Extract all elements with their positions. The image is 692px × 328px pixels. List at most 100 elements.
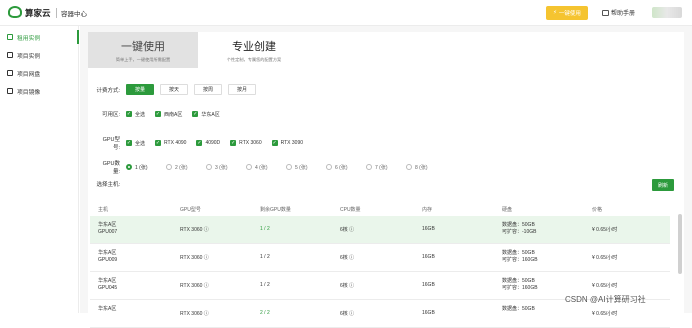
host-label: 选择主机: — [96, 182, 120, 188]
billing-option-daily[interactable]: 按天 — [160, 84, 188, 95]
disk-data: 数据盘：50GB — [502, 278, 535, 284]
lightning-icon: ⚡ — [553, 10, 557, 16]
memory-cell: 16GB — [422, 254, 435, 260]
radio-label: 6 (张) — [335, 164, 348, 171]
console-title[interactable]: 容器中心 — [61, 8, 87, 18]
table-scrollbar[interactable] — [678, 214, 682, 274]
sidebar-item-rent-instance[interactable]: 租用实例 — [0, 28, 79, 46]
gpu-count-radio[interactable]: 7 (张) — [366, 164, 406, 171]
tab-professional[interactable]: 专业创建 个性定制，专属您的配置方案 — [198, 32, 310, 68]
host-cell: 华东A区 GPU009 — [98, 250, 117, 264]
sidebar-item-label: 项目网盘 — [17, 71, 41, 78]
radio-icon — [206, 164, 212, 170]
column-header: 内存 — [422, 207, 433, 213]
main-area: 一键使用 简单上手，一键使用所需配置 专业创建 个性定制，专属您的配置方案 计费方式… — [80, 26, 692, 328]
quick-use-label: 一键使用 — [558, 11, 581, 17]
gpu-count-radio[interactable]: 8 (张) — [406, 164, 446, 171]
disk-data: 数据盘：50GB — [502, 222, 535, 228]
gpu-model-checkbox[interactable]: ✓ RTX 3090 — [271, 140, 304, 146]
check-icon: ✓ — [126, 140, 132, 146]
column-header: 剩余GPU数量 — [260, 207, 291, 213]
disk-expand: 可扩容：-10GB — [502, 229, 537, 235]
table-row[interactable]: 华东A区 GPU007 RTX 3060 ⓘ 1 / 2 6核 ⓘ 16GB 数据… — [90, 216, 670, 244]
user-avatar[interactable] — [652, 7, 682, 18]
radio-icon — [286, 164, 292, 170]
brand-name: 算家云 — [25, 8, 51, 18]
host-region: 华东A区 — [98, 278, 117, 284]
price-cell: ¥ 0.65/小时 — [592, 311, 618, 317]
column-header: 价格 — [592, 207, 603, 213]
checkbox-label: RTX 4090 — [164, 140, 187, 146]
memory-cell: 16GB — [422, 226, 435, 232]
help-label: 帮助手册 — [611, 11, 636, 17]
gpu-model-checkbox[interactable]: ✓ 全选 — [126, 140, 145, 147]
billing-option-weekly[interactable]: 按周 — [194, 84, 222, 95]
gpu-count-radio[interactable]: 2 (张) — [166, 164, 206, 171]
gpu-model-checkbox[interactable]: ✓ RTX 3060 — [230, 140, 262, 146]
radio-label: 7 (张) — [375, 164, 388, 171]
gpu-model-checkbox[interactable]: ✓ 4090D — [196, 140, 220, 146]
gpu-cell: RTX 3060 ⓘ — [180, 311, 209, 317]
disk-cell: 数据盘：50GB 可扩容：160GB — [502, 278, 538, 292]
disk-cell: 数据盘：50GB — [502, 306, 535, 313]
gpu-count-radio[interactable]: 1 (张) — [126, 164, 166, 171]
gpu-model-row: GPU型号: ✓ 全选 ✓ RTX 4090 ✓ 4090D ✓ RTX 3060 ✓ R… — [96, 135, 313, 151]
price-cell: ¥ 0.65/小时 — [592, 227, 618, 233]
check-icon: ✓ — [271, 140, 278, 146]
gpu-count-radio[interactable]: 5 (张) — [286, 164, 326, 171]
cpu-cell: 6核 ⓘ — [340, 255, 355, 261]
disk-cell: 数据盘：50GB 可扩容：-10GB — [502, 222, 536, 236]
billing-option-hourly[interactable]: 按量 — [126, 84, 154, 95]
tab-subtitle: 简单上手，一键使用所需配置 — [115, 57, 171, 62]
region-checkbox[interactable]: ✓ 西南A区 — [155, 111, 182, 118]
column-header: 主机 — [98, 207, 109, 213]
quick-use-button[interactable]: ⚡ 一键使用 — [546, 6, 588, 20]
free-gpu-cell: 2 / 2 — [260, 310, 270, 316]
host-select-row: 选择主机: — [96, 180, 126, 188]
help-link[interactable]: 帮助手册 — [602, 8, 635, 17]
host-region: 华东A区 — [98, 250, 117, 256]
radio-label: 5 (张) — [295, 164, 308, 171]
region-row: 可用区: ✓ 全选 ✓ 西南A区 ✓ 华东A区 — [96, 110, 230, 118]
gpu-cell: RTX 3060 ⓘ — [180, 283, 209, 289]
region-checkbox[interactable]: ✓ 全选 — [126, 111, 145, 118]
host-id: GPU009 — [98, 257, 118, 263]
sidebar-item-project-instance[interactable]: 项目实例 — [0, 46, 78, 64]
cpu-cell: 6核 ⓘ — [340, 227, 355, 233]
checkbox-label: RTX 3090 — [280, 140, 304, 146]
disk-expand: 可扩容：160GB — [502, 257, 538, 263]
mode-tabs: 一键使用简单上手，一键使用所需配置 专业创建 个性定制，专属您的配置方案 — [88, 32, 684, 68]
memory-cell: 16GB — [422, 282, 435, 288]
sidebar-item-label: 项目实例 — [17, 53, 41, 60]
region-checkbox[interactable]: ✓ 华东A区 — [192, 111, 220, 118]
price-cell: ¥ 0.65/小时 — [592, 283, 618, 289]
price-cell: ¥ 0.65/小时 — [592, 255, 618, 261]
gpu-count-radio[interactable]: 6 (张) — [326, 164, 366, 171]
free-gpu-cell: 1 / 2 — [260, 254, 270, 260]
gpu-model-checkbox[interactable]: ✓ RTX 4090 — [155, 140, 186, 146]
divider — [56, 8, 57, 18]
host-region: 华东A区 — [98, 306, 117, 312]
radio-label: 8 (张) — [415, 164, 428, 171]
gpu-count-row: GPU数量: 1 (张) 2 (张) 3 (张) 4 (张) 5 (张) 6 (… — [96, 159, 446, 175]
table-row[interactable]: 华东A区 GPU009 RTX 3060 ⓘ 1 / 2 6核 ⓘ 16GB 数据… — [90, 244, 670, 272]
tab-one-click[interactable]: 一键使用简单上手，一键使用所需配置 — [88, 32, 198, 68]
tab-title: 一键使用 — [121, 41, 165, 53]
checkbox-label: 华东A区 — [201, 111, 220, 118]
watermark: CSDN @AI计算研习社 — [565, 295, 646, 304]
refresh-button[interactable]: 刷新 — [652, 179, 674, 191]
radio-label: 1 (张) — [135, 164, 148, 171]
sidebar-item-label: 项目镜像 — [17, 89, 41, 96]
radio-icon — [326, 164, 332, 170]
column-header: 硬盘 — [502, 207, 513, 213]
column-header: GPU型号 — [180, 207, 201, 213]
disk-data: 数据盘：50GB — [502, 306, 535, 312]
gpu-cell: RTX 3060 ⓘ — [180, 255, 209, 261]
billing-option-monthly[interactable]: 按月 — [228, 84, 256, 95]
gpu-count-radio[interactable]: 4 (张) — [246, 164, 286, 171]
check-icon: ✓ — [192, 111, 199, 117]
sidebar-item-project-image[interactable]: 项目镜像 — [0, 82, 78, 100]
radio-icon — [366, 164, 372, 170]
sidebar-item-project-disk[interactable]: 项目网盘 — [0, 64, 78, 82]
gpu-count-radio[interactable]: 3 (张) — [206, 164, 246, 171]
